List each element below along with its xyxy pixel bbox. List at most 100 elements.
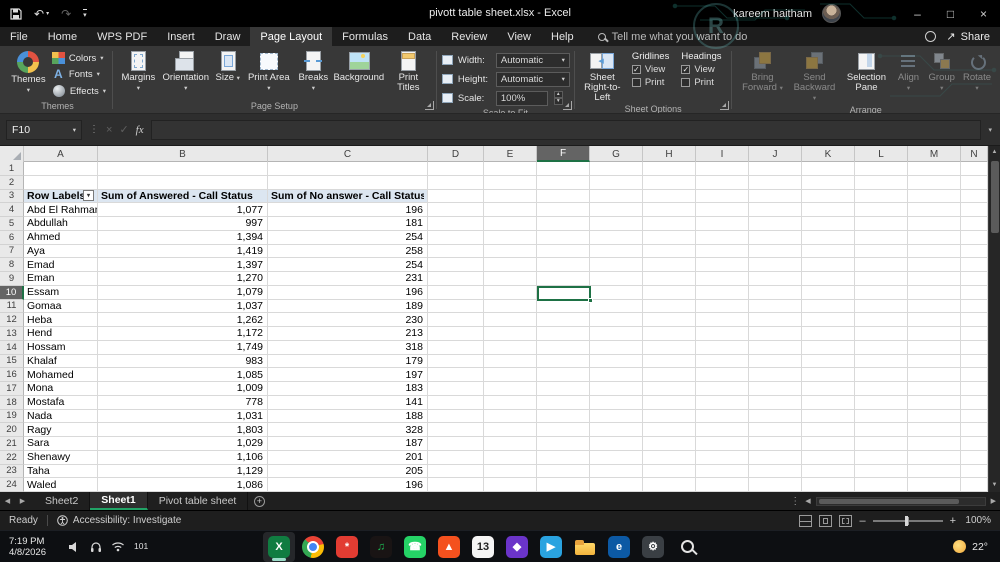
grid-cell-C19[interactable]: 188 — [268, 409, 428, 424]
grid-cell-K7[interactable] — [802, 244, 855, 259]
column-header-C[interactable]: C — [268, 146, 428, 162]
select-all-button[interactable] — [0, 146, 24, 162]
row-header-11[interactable]: 11 — [0, 299, 24, 314]
grid-cell-E22[interactable] — [484, 450, 537, 465]
grid-cell-A20[interactable]: Ragy — [24, 423, 98, 437]
grid-cell-I24[interactable] — [696, 478, 749, 492]
row-header-2[interactable]: 2 — [0, 175, 24, 190]
grid-cell-G24[interactable] — [590, 478, 643, 492]
grid-cell-N15[interactable] — [961, 354, 988, 369]
grid-cell-J12[interactable] — [749, 313, 802, 327]
grid-cell-H23[interactable] — [643, 464, 696, 479]
row-header-4[interactable]: 4 — [0, 203, 24, 217]
excel-taskbar-button[interactable]: X — [263, 531, 295, 562]
grid-cell-G3[interactable] — [590, 189, 643, 204]
undo-button[interactable]: ↶ ▾ — [34, 7, 49, 21]
grid-cell-A18[interactable]: Mostafa — [24, 395, 98, 410]
grid-cell-J21[interactable] — [749, 437, 802, 451]
grid-cell-J20[interactable] — [749, 423, 802, 437]
grid-cell-F21[interactable] — [537, 437, 590, 451]
formula-bar-expand-button[interactable]: ▾ — [988, 126, 994, 134]
effects-button[interactable]: Effects ▾ — [50, 83, 108, 99]
grid-cell-J13[interactable] — [749, 327, 802, 341]
grid-cell-F5[interactable] — [537, 217, 590, 231]
grid-cell-E16[interactable] — [484, 368, 537, 382]
send-backward-button[interactable]: Send Backward ▾ — [788, 48, 840, 104]
row-header-9[interactable]: 9 — [0, 272, 24, 286]
grid-cell-K20[interactable] — [802, 423, 855, 437]
rotate-button[interactable]: Rotate ▾ — [959, 48, 995, 94]
grid-cell-J8[interactable] — [749, 258, 802, 272]
grid-cell-L20[interactable] — [855, 423, 908, 437]
grid-cell-N11[interactable] — [961, 299, 988, 314]
column-header-K[interactable]: K — [802, 146, 855, 162]
scale-stepper[interactable]: ▴ ▾ — [553, 91, 563, 105]
grid-cell-M13[interactable] — [908, 327, 961, 341]
column-header-E[interactable]: E — [484, 146, 537, 162]
grid-cell-N8[interactable] — [961, 258, 988, 272]
breaks-button[interactable]: Breaks ▾ — [294, 48, 333, 94]
grid-cell-K23[interactable] — [802, 464, 855, 479]
new-sheet-button[interactable]: + — [248, 492, 270, 510]
share-button[interactable]: ↗ Share — [946, 30, 990, 44]
grid-cell-G17[interactable] — [590, 382, 643, 396]
row-header-24[interactable]: 24 — [0, 478, 24, 492]
grid-cell-F1[interactable] — [537, 162, 590, 176]
grid-cell-A8[interactable]: Emad — [24, 258, 98, 272]
grid-cell-G23[interactable] — [590, 464, 643, 479]
grid-cell-G13[interactable] — [590, 327, 643, 341]
grid-cell-B20[interactable]: 1,803 — [98, 423, 268, 437]
grid-cell-M17[interactable] — [908, 382, 961, 396]
grid-cell-F8[interactable] — [537, 258, 590, 272]
red-app-taskbar-button[interactable]: * — [331, 532, 363, 562]
grid-cell-H18[interactable] — [643, 395, 696, 410]
grid-cell-C22[interactable]: 201 — [268, 450, 428, 465]
grid-cell-I11[interactable] — [696, 299, 749, 314]
grid-cell-N1[interactable] — [961, 162, 988, 176]
grid-cell-B24[interactable]: 1,086 — [98, 478, 268, 492]
enter-button[interactable]: ✓ — [119, 123, 128, 136]
grid-cell-K8[interactable] — [802, 258, 855, 272]
grid-cell-K11[interactable] — [802, 299, 855, 314]
gridlines-print-checkbox[interactable]: Print — [631, 77, 670, 88]
sheet-nav-left[interactable]: ◀ — [0, 492, 15, 510]
grid-cell-B17[interactable]: 1,009 — [98, 382, 268, 396]
grid-cell-E23[interactable] — [484, 464, 537, 479]
grid-cell-C8[interactable]: 254 — [268, 258, 428, 272]
grid-cell-A14[interactable]: Hossam — [24, 340, 98, 355]
grid-cell-A23[interactable]: Taha — [24, 464, 98, 479]
grid-cell-D9[interactable] — [428, 272, 484, 286]
ribbon-tab-file[interactable]: File — [0, 27, 38, 46]
grid-cell-B15[interactable]: 983 — [98, 354, 268, 369]
themes-button[interactable]: Themes ▾ — [7, 48, 50, 96]
grid-cell-J2[interactable] — [749, 175, 802, 190]
grid-cell-I17[interactable] — [696, 382, 749, 396]
grid-cell-M7[interactable] — [908, 244, 961, 259]
grid-cell-N10[interactable] — [961, 285, 988, 300]
accessibility-status[interactable]: Accessibility: Investigate — [57, 515, 181, 526]
column-header-H[interactable]: H — [643, 146, 696, 162]
grid-cell-B16[interactable]: 1,085 — [98, 368, 268, 382]
page-break-view-button[interactable] — [839, 514, 853, 527]
grid-cell-J11[interactable] — [749, 299, 802, 314]
ribbon-tab-home[interactable]: Home — [38, 27, 87, 46]
grid-cell-H21[interactable] — [643, 437, 696, 451]
grid-cell-D24[interactable] — [428, 478, 484, 492]
row-header-17[interactable]: 17 — [0, 382, 24, 396]
grid-cell-G16[interactable] — [590, 368, 643, 382]
grid-cell-K4[interactable] — [802, 203, 855, 217]
scroll-up-icon[interactable]: ▲ — [992, 146, 998, 159]
grid-cell-M21[interactable] — [908, 437, 961, 451]
grid-cell-F7[interactable] — [537, 244, 590, 259]
grid-cell-F23[interactable] — [537, 464, 590, 479]
grid-cell-M14[interactable] — [908, 340, 961, 355]
grid-cell-A6[interactable]: Ahmed — [24, 230, 98, 245]
grid-cell-G2[interactable] — [590, 175, 643, 190]
row-header-22[interactable]: 22 — [0, 450, 24, 465]
grid-cell-A11[interactable]: Gomaa — [24, 299, 98, 314]
grid-cell-M22[interactable] — [908, 450, 961, 465]
zoom-in-button[interactable]: + — [950, 515, 956, 527]
grid-cell-E14[interactable] — [484, 340, 537, 355]
grid-cell-G1[interactable] — [590, 162, 643, 176]
grid-cell-I22[interactable] — [696, 450, 749, 465]
